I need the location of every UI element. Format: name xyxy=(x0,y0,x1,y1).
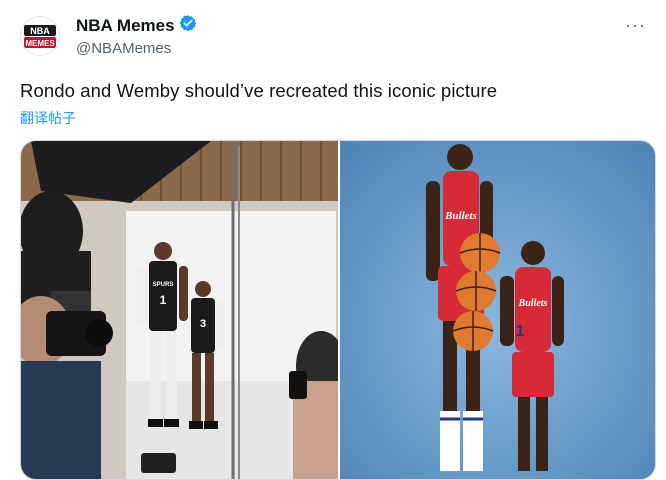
translate-post-link[interactable]: 翻译帖子 xyxy=(20,108,76,128)
svg-text:1: 1 xyxy=(516,323,525,340)
svg-text:Bullets: Bullets xyxy=(518,298,548,309)
svg-text:SPURS: SPURS xyxy=(153,282,174,288)
verified-badge-icon xyxy=(179,14,197,37)
author-display-name[interactable]: NBA Memes xyxy=(76,16,175,36)
bullets-players-image[interactable]: Bullets Bullets 1 xyxy=(340,141,655,479)
photo-shoot-illustration: SPURS 1 3 xyxy=(21,141,338,479)
svg-text:MEMES: MEMES xyxy=(25,39,55,48)
avatar[interactable]: NBA MEMES xyxy=(20,16,60,56)
bullets-players-illustration: Bullets Bullets 1 xyxy=(340,141,655,479)
photo-shoot-image[interactable]: SPURS 1 3 xyxy=(21,141,338,479)
svg-text:3: 3 xyxy=(200,318,206,330)
nba-memes-logo-icon: NBA MEMES xyxy=(24,25,56,48)
author-handle[interactable]: @NBAMemes xyxy=(76,40,171,57)
tweet-text: Rondo and Wemby should’ve recreated this… xyxy=(20,80,498,101)
author-name-row: NBA Memes xyxy=(76,14,197,37)
svg-text:1: 1 xyxy=(160,293,167,307)
svg-text:Bullets: Bullets xyxy=(444,210,477,222)
svg-text:NBA: NBA xyxy=(30,26,50,36)
more-options-icon[interactable]: ··· xyxy=(625,16,646,34)
tweet-media-grid: SPURS 1 3 Bullets Bullets 1 xyxy=(20,140,656,480)
